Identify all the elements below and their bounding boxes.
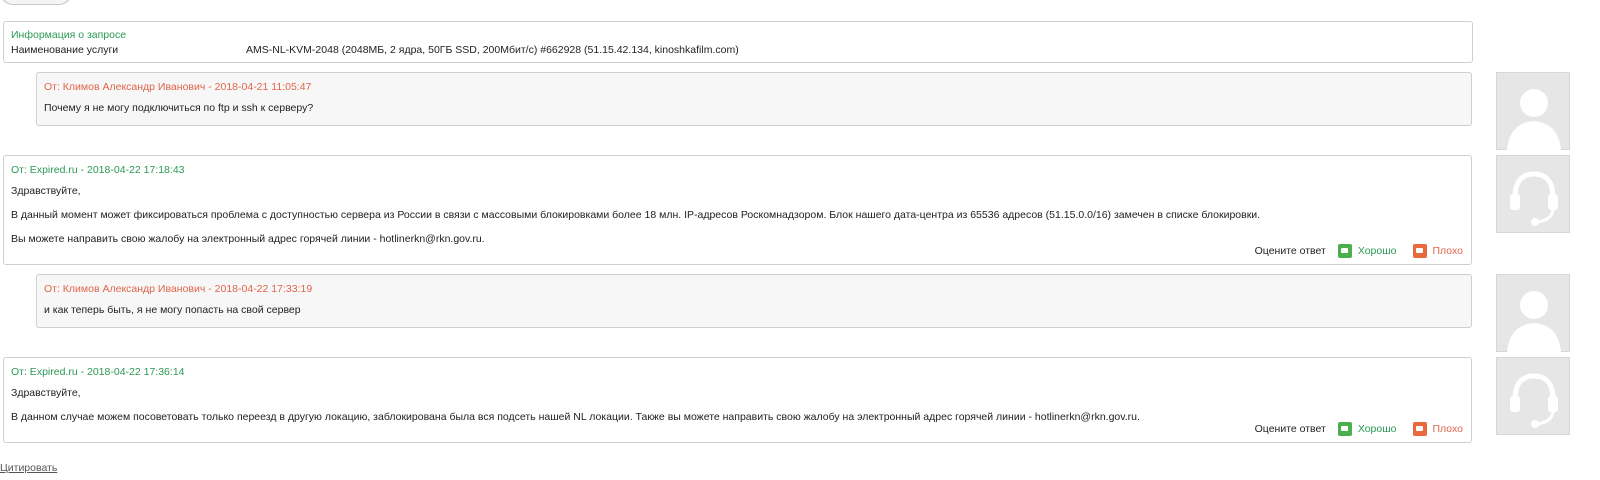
message-text: В данном случае можем посоветовать тольк… xyxy=(11,411,1140,423)
rate-answer-label: Оцените ответ xyxy=(1254,245,1326,257)
support-avatar xyxy=(1496,357,1570,435)
service-name-value: AMS-NL-KVM-2048 (2048МБ, 2 ядра, 50ГБ SS… xyxy=(246,44,739,56)
rate-bad-link[interactable]: Плохо xyxy=(1433,423,1464,435)
message-text: Вы можете направить свою жалобу на элект… xyxy=(11,233,485,245)
user-silhouette-icon xyxy=(1507,89,1561,151)
message-header: От: Expired.ru - 2018-04-22 17:18:43 xyxy=(11,164,185,176)
quote-link[interactable]: Цитировать xyxy=(0,462,57,474)
message-text: и как теперь быть, я не могу попасть на … xyxy=(44,304,301,316)
support-message: От: Expired.ru - 2018-04-22 17:36:14 Здр… xyxy=(3,357,1472,443)
rate-answer-bar: Оцените ответ Хорошо Плохо xyxy=(1255,244,1463,258)
request-info-title: Информация о запросе xyxy=(11,29,127,41)
client-message: От: Климов Александр Иванович - 2018-04-… xyxy=(36,274,1472,328)
support-message: От: Expired.ru - 2018-04-22 17:18:43 Здр… xyxy=(3,155,1472,265)
rate-answer-bar: Оцените ответ Хорошо Плохо xyxy=(1255,422,1463,436)
message-text: Почему я не могу подключиться по ftp и s… xyxy=(44,102,314,114)
message-text: Здравствуйте, xyxy=(11,387,81,399)
service-name-label: Наименование услуги xyxy=(11,44,119,56)
rate-good-link[interactable]: Хорошо xyxy=(1358,245,1397,257)
thumbs-up-icon[interactable] xyxy=(1337,422,1352,436)
request-info-panel: Информация о запросе Наименование услуги… xyxy=(3,21,1473,63)
rate-good-link[interactable]: Хорошо xyxy=(1358,423,1397,435)
rate-answer-label: Оцените ответ xyxy=(1254,423,1326,435)
client-avatar xyxy=(1496,72,1570,151)
message-text: Здравствуйте, xyxy=(11,185,81,197)
user-silhouette-icon xyxy=(1507,291,1561,353)
headset-icon xyxy=(1510,171,1558,226)
message-header: От: Климов Александр Иванович - 2018-04-… xyxy=(44,81,312,93)
client-message: От: Климов Александр Иванович - 2018-04-… xyxy=(36,72,1472,126)
thumbs-down-icon[interactable] xyxy=(1412,244,1427,258)
headset-icon xyxy=(1510,373,1558,428)
thumbs-down-icon[interactable] xyxy=(1412,422,1427,436)
message-text: В данный момент может фиксироваться проб… xyxy=(11,209,1261,221)
thumbs-up-icon[interactable] xyxy=(1337,244,1352,258)
message-header: От: Expired.ru - 2018-04-22 17:36:14 xyxy=(11,366,185,378)
message-header: От: Климов Александр Иванович - 2018-04-… xyxy=(44,283,313,295)
client-avatar xyxy=(1496,274,1570,353)
top-avatar-fragment xyxy=(0,0,72,5)
support-avatar xyxy=(1496,155,1570,233)
rate-bad-link[interactable]: Плохо xyxy=(1433,245,1464,257)
